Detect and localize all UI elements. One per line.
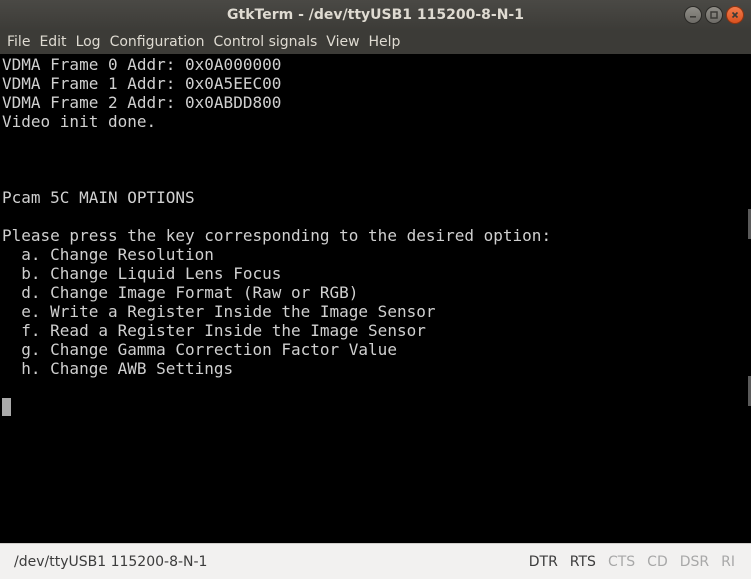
terminal-line: d. Change Image Format (Raw or RGB) <box>2 283 359 302</box>
minimize-icon <box>690 16 696 18</box>
port-settings: /dev/ttyUSB1 115200-8-N-1 <box>14 554 208 570</box>
menu-bar: File Edit Log Configuration Control sign… <box>0 31 751 54</box>
signal-cd: CD <box>647 554 668 570</box>
minimize-button[interactable] <box>684 6 702 24</box>
control-signals: DTR RTS CTS CD DSR RI <box>529 544 735 579</box>
signal-ri: RI <box>721 554 735 570</box>
status-bar: /dev/ttyUSB1 115200-8-N-1 DTR RTS CTS CD… <box>0 543 751 579</box>
signal-dsr: DSR <box>679 554 710 570</box>
terminal-line: VDMA Frame 1 Addr: 0x0A5EEC00 <box>2 74 282 93</box>
maximize-icon <box>710 11 718 19</box>
terminal-line: f. Read a Register Inside the Image Sens… <box>2 321 426 340</box>
terminal-line: b. Change Liquid Lens Focus <box>2 264 282 283</box>
menu-log[interactable]: Log <box>73 31 104 54</box>
terminal-line: a. Change Resolution <box>2 245 214 264</box>
terminal-line: Please press the key corresponding to th… <box>2 226 552 245</box>
terminal-lines: VDMA Frame 0 Addr: 0x0A000000 VDMA Frame… <box>2 55 551 416</box>
terminal-line: e. Write a Register Inside the Image Sen… <box>2 302 436 321</box>
menu-view[interactable]: View <box>323 31 362 54</box>
close-button[interactable] <box>726 6 744 24</box>
signal-rts: RTS <box>569 554 596 570</box>
terminal-line: Pcam 5C MAIN OPTIONS <box>2 188 195 207</box>
text-cursor <box>2 398 11 416</box>
close-icon <box>731 11 739 19</box>
menu-edit[interactable]: Edit <box>36 31 69 54</box>
gtkterm-window: GtkTerm - /dev/ttyUSB1 115200-8-N-1 File… <box>0 0 751 579</box>
window-controls <box>684 6 744 24</box>
terminal-output[interactable]: VDMA Frame 0 Addr: 0x0A000000 VDMA Frame… <box>0 54 751 543</box>
terminal-line: g. Change Gamma Correction Factor Value <box>2 340 397 359</box>
signal-dtr: DTR <box>528 554 558 570</box>
window-title: GtkTerm - /dev/ttyUSB1 115200-8-N-1 <box>227 7 524 23</box>
menu-configuration[interactable]: Configuration <box>107 31 208 54</box>
signal-cts: CTS <box>607 554 636 570</box>
terminal-line: Video init done. <box>2 112 157 131</box>
menu-help[interactable]: Help <box>366 31 404 54</box>
maximize-button[interactable] <box>705 6 723 24</box>
menu-file[interactable]: File <box>4 31 33 54</box>
terminal-line: VDMA Frame 0 Addr: 0x0A000000 <box>2 55 282 74</box>
terminal-line: VDMA Frame 2 Addr: 0x0ABDD800 <box>2 93 282 112</box>
menu-control-signals[interactable]: Control signals <box>211 31 321 54</box>
terminal-line: h. Change AWB Settings <box>2 359 234 378</box>
title-bar[interactable]: GtkTerm - /dev/ttyUSB1 115200-8-N-1 <box>0 0 751 31</box>
cursor-line <box>2 397 551 416</box>
